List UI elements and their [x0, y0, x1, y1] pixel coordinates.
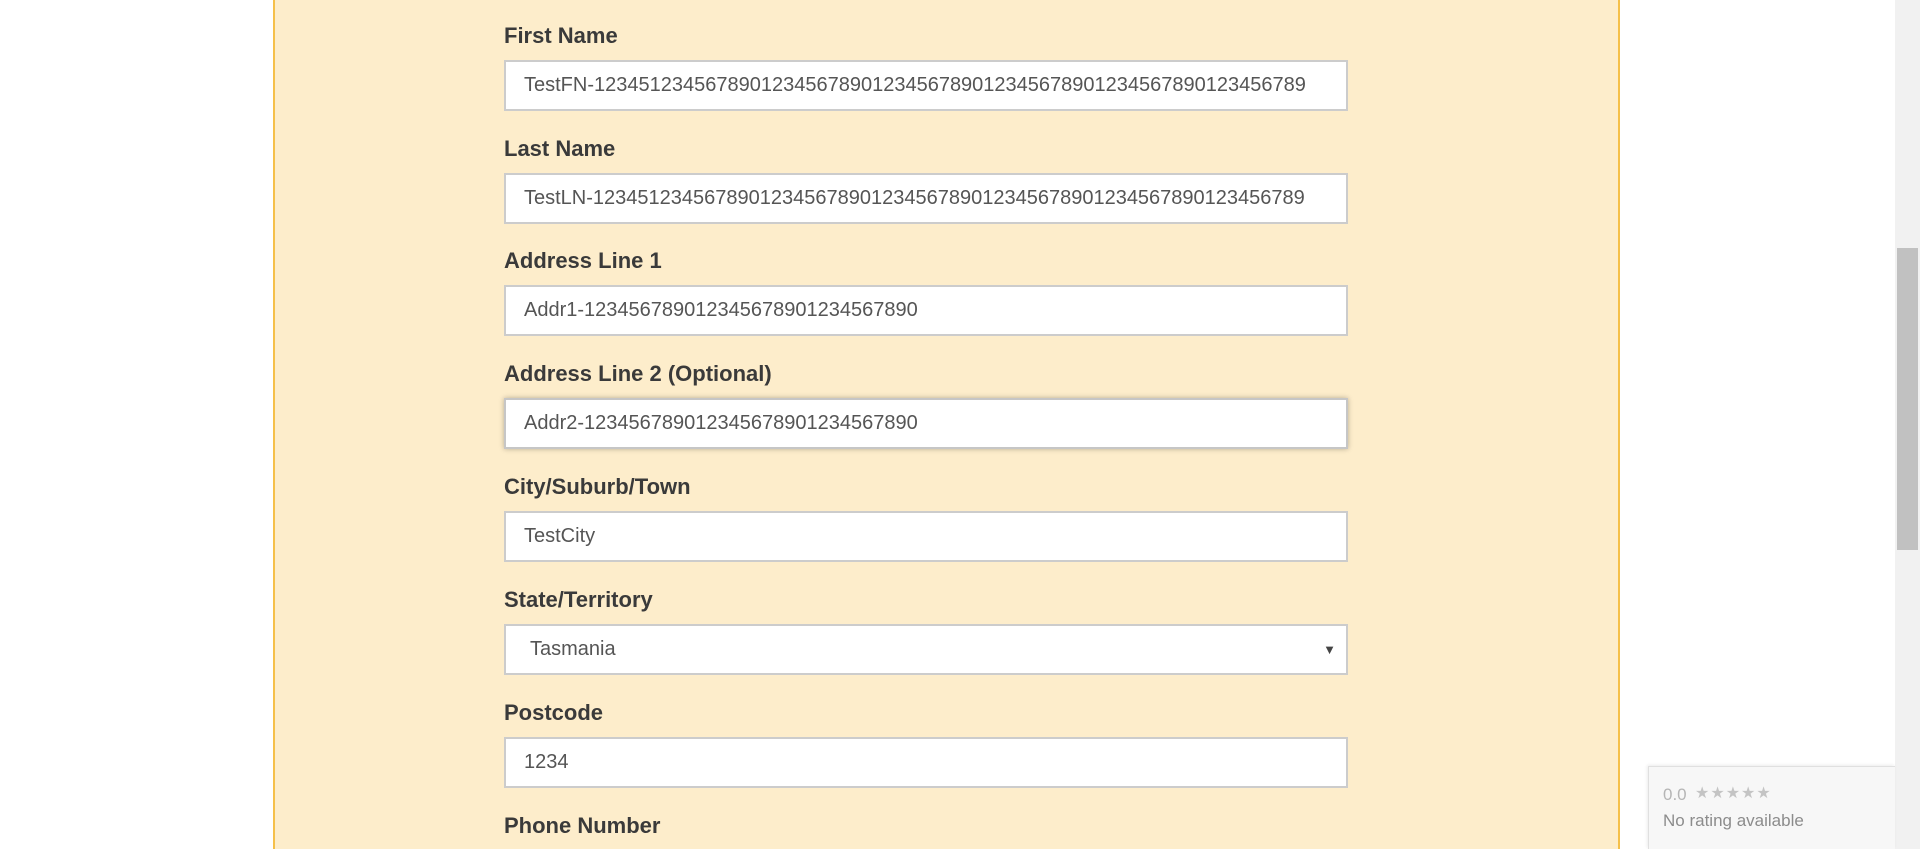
star-icon: ★★★★★	[1695, 785, 1772, 802]
rating-status-text: No rating available	[1663, 811, 1804, 830]
last-name-input[interactable]	[504, 173, 1348, 224]
address-line-2-label: Address Line 2 (Optional)	[504, 361, 772, 386]
address-line-1-input[interactable]	[504, 285, 1348, 336]
address-line-1-label: Address Line 1	[504, 248, 662, 273]
page: First Name Last Name Address Line 1 Addr…	[0, 0, 1920, 849]
state-select[interactable]: Tasmania ▼	[504, 624, 1348, 675]
phone-number-label: Phone Number	[504, 813, 661, 838]
address-line-2-input[interactable]	[504, 398, 1348, 449]
first-name-input[interactable]	[504, 60, 1348, 111]
last-name-label: Last Name	[504, 136, 616, 161]
rating-score: 0.0	[1663, 785, 1687, 804]
city-input[interactable]	[504, 511, 1348, 562]
state-select-value: Tasmania	[530, 638, 616, 660]
city-label: City/Suburb/Town	[504, 474, 691, 499]
chevron-down-icon: ▼	[1323, 642, 1336, 657]
state-label: State/Territory	[504, 587, 653, 612]
postcode-label: Postcode	[504, 700, 604, 725]
page-scrollbar-thumb[interactable]	[1897, 248, 1918, 550]
postcode-input[interactable]	[504, 737, 1348, 788]
first-name-label: First Name	[504, 23, 618, 48]
rating-widget[interactable]: 0.0 ★★★★★ No rating available	[1648, 766, 1895, 849]
